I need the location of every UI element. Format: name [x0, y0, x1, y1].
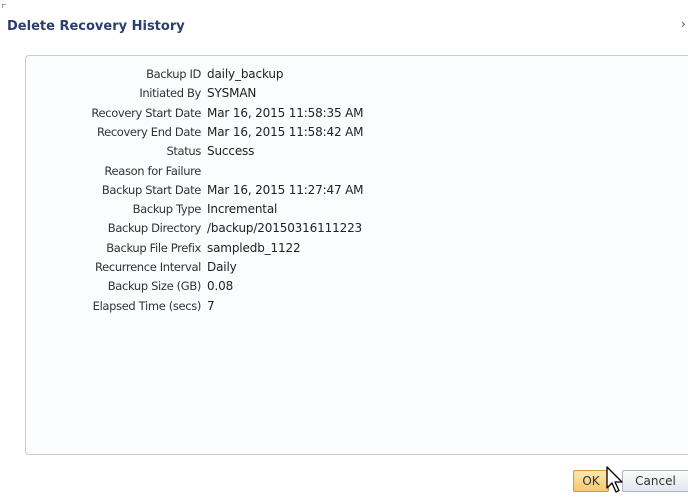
detail-row: Initiated By SYSMAN — [26, 85, 626, 102]
detail-value: 0.08 — [207, 279, 234, 294]
detail-label: Status — [166, 144, 201, 159]
detail-label: Reason for Failure — [104, 163, 201, 178]
detail-label: Initiated By — [139, 86, 201, 101]
delete-recovery-history-dialog: Delete Recovery History › Backup ID daily… — [0, 0, 688, 497]
detail-row: Backup ID daily_backup — [26, 66, 626, 83]
detail-value: sampledb_1122 — [207, 240, 301, 255]
detail-value: Incremental — [207, 202, 278, 217]
detail-label: Backup Directory — [107, 221, 202, 236]
detail-value: Success — [207, 144, 255, 159]
detail-value: SYSMAN — [207, 86, 257, 101]
detail-label: Recovery Start Date — [91, 105, 201, 120]
detail-row: Backup File Prefix sampledb_1122 — [26, 240, 626, 257]
detail-row: Reason for Failure — [26, 163, 626, 180]
detail-row: Backup Type Incremental — [26, 201, 626, 218]
detail-row: Elapsed Time (secs) 7 — [26, 298, 626, 315]
detail-label: Backup File Prefix — [106, 240, 201, 255]
detail-label: Backup Size (GB) — [107, 279, 202, 294]
cancel-button[interactable]: Cancel — [622, 470, 688, 492]
detail-row: Recovery Start Date Mar 16, 2015 11:58:35… — [26, 105, 626, 122]
detail-row: Backup Size (GB) 0.08 — [26, 278, 626, 295]
detail-value: Mar 16, 2015 11:58:42 AM — [207, 124, 364, 139]
close-icon[interactable]: › — [681, 18, 686, 30]
detail-row: Backup Directory/backup/20150316111223 — [26, 220, 626, 237]
detail-row: Recovery End Date Mar 16, 2015 11:58:42 A… — [26, 124, 626, 141]
detail-value: Mar 16, 2015 11:27:47 AM — [207, 182, 364, 197]
corner-mark — [2, 4, 6, 8]
detail-label: Recovery End Date — [96, 124, 201, 139]
detail-value: Mar 16, 2015 11:58:35 AM — [207, 105, 364, 120]
details-panel: Backup ID daily_backup Initiated By SYSMAN R… — [25, 55, 688, 455]
detail-value: /backup/20150316111223 — [207, 221, 363, 236]
detail-label: Elapsed Time (secs) — [92, 298, 202, 313]
detail-row: Status Success — [26, 143, 626, 160]
detail-value: 7 — [207, 298, 215, 313]
detail-value: daily_backup — [207, 67, 284, 81]
detail-value: Daily — [207, 260, 237, 274]
detail-label: Backup ID — [146, 67, 201, 81]
dialog-title: Delete Recovery History — [7, 19, 185, 34]
detail-label: Recurrence Interval — [95, 260, 201, 274]
detail-row: Backup Start Date Mar 16, 2015 11:27:47 A… — [26, 182, 626, 199]
detail-label: Backup Type — [132, 202, 202, 217]
mouse-pointer-icon — [606, 466, 623, 493]
detail-row: Recurrence Interval Daily — [26, 259, 626, 276]
detail-label: Backup Start Date — [101, 182, 201, 197]
